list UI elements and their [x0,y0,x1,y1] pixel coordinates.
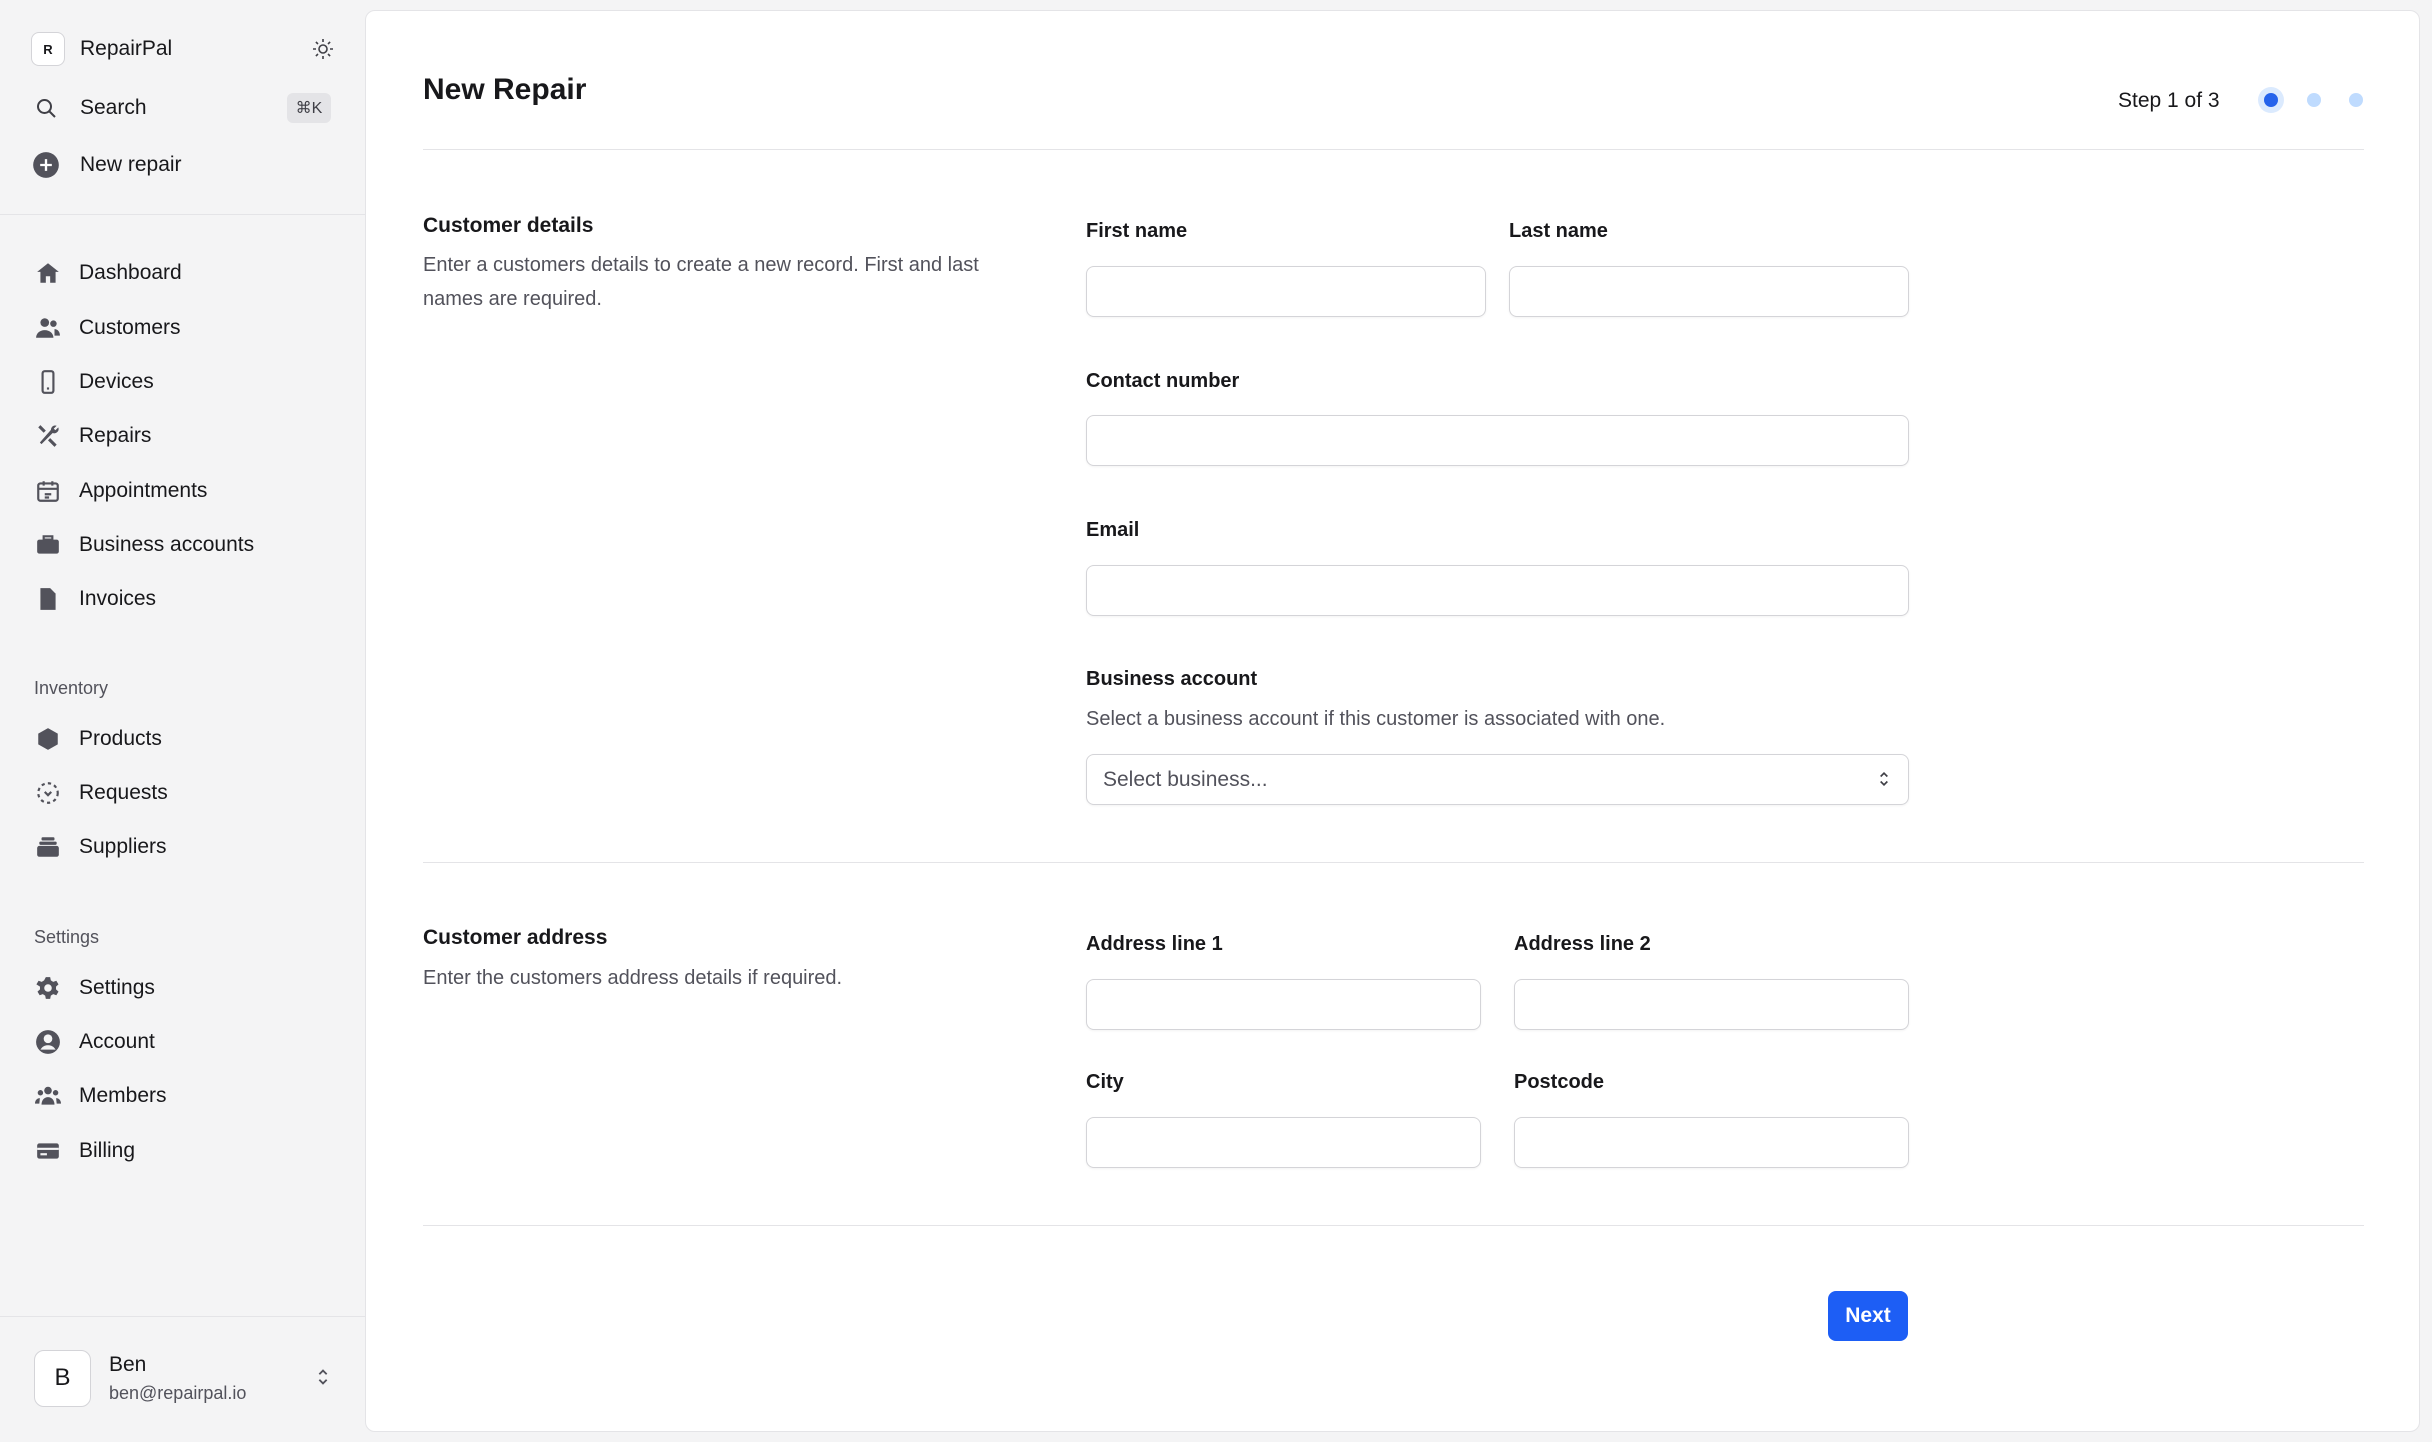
users-icon [31,311,65,345]
main-panel: New Repair Step 1 of 3 Customer details … [365,10,2420,1432]
search-button[interactable]: Search ⌘K [31,85,335,131]
sidebar-item-repairs[interactable]: Repairs [31,413,335,459]
chevron-up-down-icon [1874,769,1894,795]
sidebar-item-devices[interactable]: Devices [31,359,335,405]
sidebar: R RepairPal Search ⌘K New repair Dashboa… [0,0,365,1442]
search-icon [31,93,61,123]
header-divider [423,149,2364,150]
dashed-circle-icon [31,776,65,810]
sidebar-item-label: Invoices [79,587,157,610]
wrench-icon [31,419,65,453]
sidebar-item-requests[interactable]: Requests [31,770,335,816]
sidebar-item-appointments[interactable]: Appointments [31,468,335,514]
business-account-label: Business account [1086,668,1258,690]
city-label: City [1086,1071,1124,1093]
customer-address-title: Customer address [423,926,608,949]
first-name-label: First name [1086,220,1188,242]
gear-icon [31,971,65,1005]
sidebar-item-label: Customers [79,316,181,339]
step-indicator-text: Step 1 of 3 [2118,89,2220,112]
user-email: ben@repairpal.io [109,1382,247,1403]
app-logo: R [31,32,65,66]
sidebar-item-label: Products [79,727,162,750]
sidebar-item-suppliers[interactable]: Suppliers [31,824,335,870]
new-repair-button[interactable]: New repair [31,142,335,188]
first-name-field[interactable] [1086,266,1486,317]
city-field[interactable] [1086,1117,1481,1168]
sidebar-item-dashboard[interactable]: Dashboard [31,250,335,296]
email-field[interactable] [1086,565,1909,616]
business-account-help: Select a business account if this custom… [1086,708,1666,730]
sidebar-item-label: Members [79,1084,167,1107]
sidebar-item-label: Devices [79,370,154,393]
address-line-1-field[interactable] [1086,979,1481,1030]
sidebar-item-label: Business accounts [79,533,255,556]
credit-card-icon [31,1134,65,1168]
new-repair-label: New repair [80,153,182,176]
sidebar-item-billing[interactable]: Billing [31,1128,335,1174]
chevron-up-down-icon [312,1366,334,1393]
address-line-1-label: Address line 1 [1086,933,1223,955]
step-dot-2 [2307,93,2321,107]
section-divider [423,862,2364,863]
sidebar-item-account[interactable]: Account [31,1019,335,1065]
customer-address-description: Enter the customers address details if r… [423,967,843,989]
sidebar-item-products[interactable]: Products [31,716,335,762]
sidebar-item-label: Billing [79,1139,136,1162]
home-icon [31,256,65,290]
sidebar-item-business-accounts[interactable]: Business accounts [31,522,335,568]
next-button[interactable]: Next [1828,1291,1908,1341]
phone-icon [31,365,65,399]
sidebar-item-label: Repairs [79,424,152,447]
postcode-label: Postcode [1514,1071,1605,1093]
sidebar-divider [0,214,365,215]
plus-circle-icon [31,150,61,180]
inventory-section-label: Inventory [34,678,109,698]
sidebar-item-label: Account [79,1030,155,1053]
postcode-field[interactable] [1514,1117,1909,1168]
page-title: New Repair [423,73,587,106]
footer-divider [423,1225,2364,1226]
sidebar-item-customers[interactable]: Customers [31,305,335,351]
settings-section-label: Settings [34,927,100,947]
sidebar-item-invoices[interactable]: Invoices [31,576,335,622]
contact-number-field[interactable] [1086,415,1909,466]
workspace-switcher[interactable]: R RepairPal [31,26,335,72]
customer-details-description: Enter a customers details to create a ne… [423,254,979,310]
user-info: Ben ben@repairpal.io [109,1353,246,1404]
user-circle-icon [31,1025,65,1059]
theme-toggle-icon[interactable] [311,37,335,67]
document-icon [31,582,65,616]
address-line-2-label: Address line 2 [1514,933,1651,955]
sidebar-item-settings[interactable]: Settings [31,965,335,1011]
briefcase-icon [31,528,65,562]
sidebar-footer-divider [0,1316,365,1317]
sidebar-item-label: Appointments [79,479,208,502]
search-label: Search [80,96,147,119]
sidebar-item-label: Settings [79,976,155,999]
last-name-field[interactable] [1509,266,1909,317]
email-label: Email [1086,519,1140,541]
app-name: RepairPal [80,37,173,60]
user-menu[interactable]: B Ben ben@repairpal.io [34,1348,334,1408]
contact-number-label: Contact number [1086,370,1240,392]
step-dot-3 [2349,93,2363,107]
sidebar-item-label: Requests [79,781,168,804]
cube-icon [31,722,65,756]
avatar: B [34,1349,91,1407]
address-line-2-field[interactable] [1514,979,1909,1030]
sidebar-item-members[interactable]: Members [31,1073,335,1119]
customer-details-title: Customer details [423,214,594,237]
user-name: Ben [109,1352,147,1376]
calendar-icon [31,474,65,508]
business-account-placeholder: Select business... [1103,767,1268,791]
last-name-label: Last name [1509,220,1608,242]
search-shortcut: ⌘K [287,93,331,123]
business-account-select[interactable]: Select business... [1086,754,1909,805]
sidebar-item-label: Suppliers [79,835,167,858]
stack-icon [31,830,65,864]
sidebar-item-label: Dashboard [79,261,182,284]
members-icon [31,1079,65,1113]
step-dot-1 [2264,93,2278,107]
